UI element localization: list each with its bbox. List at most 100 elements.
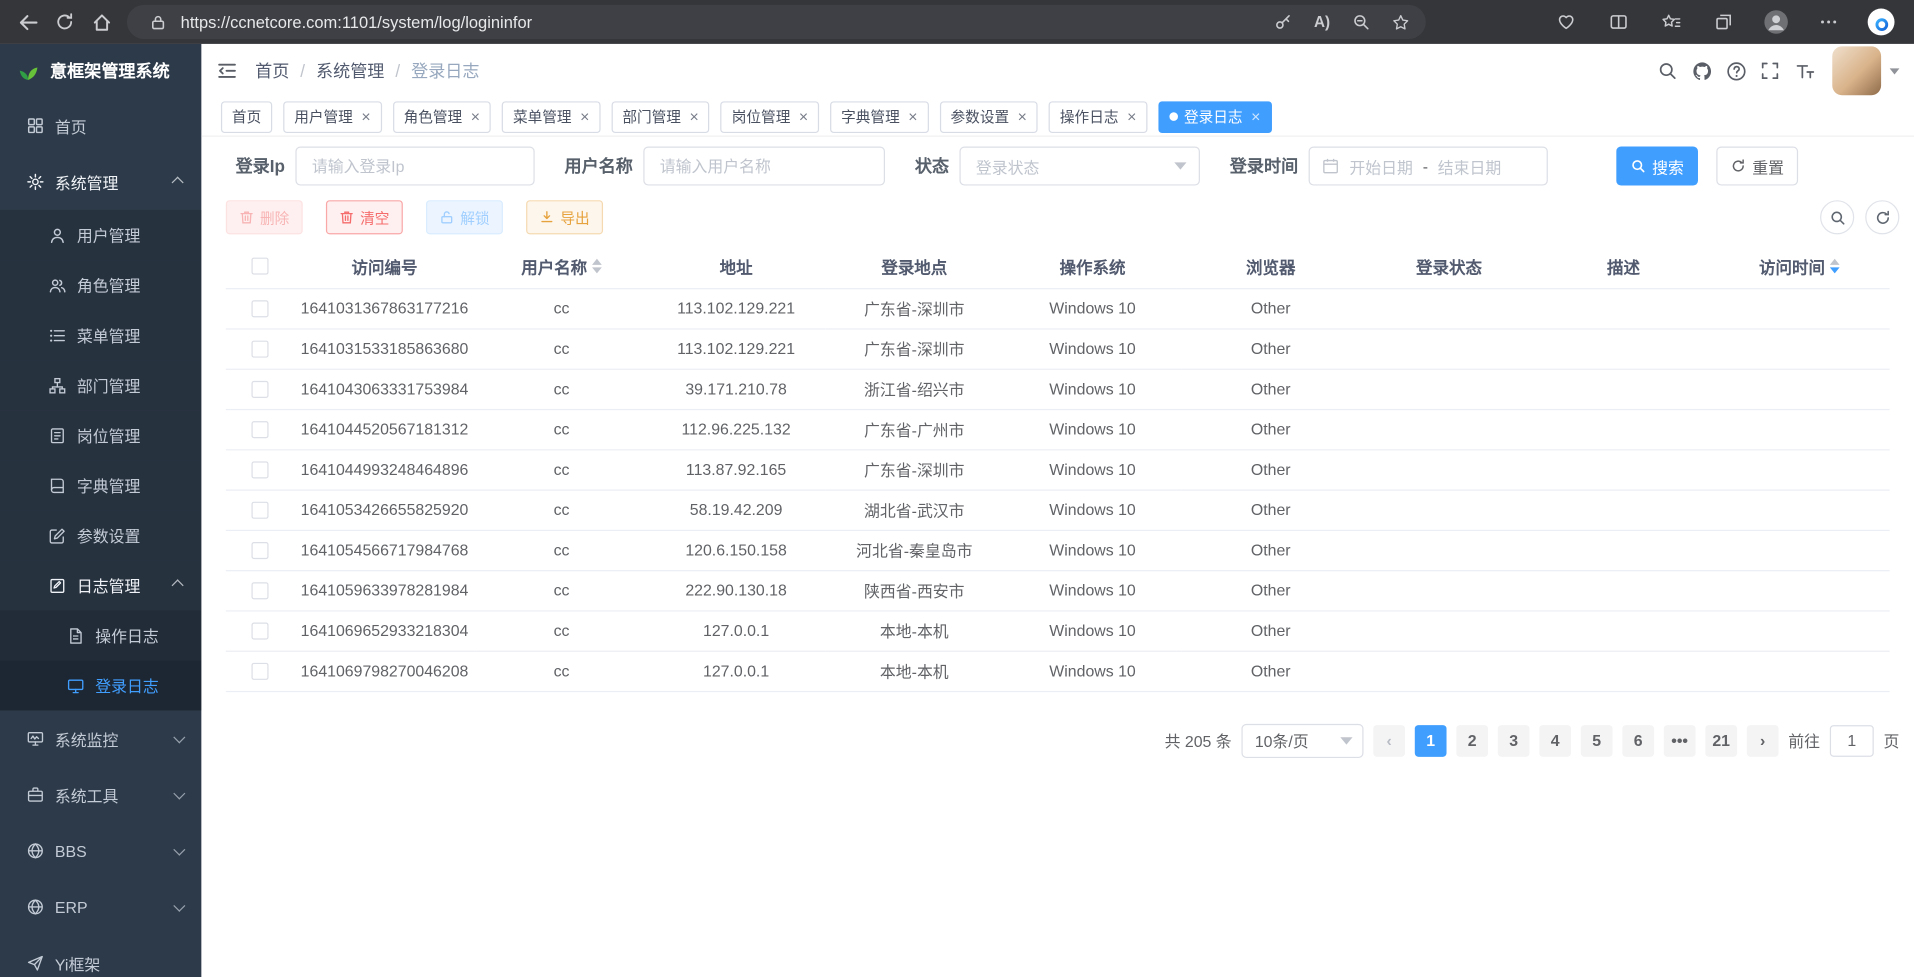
tab-user-mgmt[interactable]: 用户管理× (283, 101, 381, 133)
sidebar-item-system-tools[interactable]: 系统工具 (0, 767, 201, 823)
address-bar[interactable]: https://ccnetcore.com:1101/system/log/lo… (127, 5, 1426, 39)
tab-login-log[interactable]: 登录日志× (1158, 101, 1271, 133)
search-button[interactable]: 搜索 (1617, 146, 1699, 185)
goto-page-input[interactable] (1830, 724, 1874, 756)
close-icon[interactable]: × (908, 109, 917, 125)
start-date-placeholder[interactable]: 开始日期 (1349, 154, 1412, 177)
sidebar-item-system-mgmt[interactable]: 系统管理 (0, 154, 201, 210)
page-button-2[interactable]: 2 (1456, 724, 1488, 756)
favorites-bar-icon[interactable] (1653, 4, 1690, 41)
fullscreen-icon[interactable] (1754, 55, 1786, 87)
avatar-caret-down-icon[interactable] (1890, 68, 1900, 74)
sort-icons[interactable] (592, 258, 602, 273)
end-date-placeholder[interactable]: 结束日期 (1438, 154, 1501, 177)
col-username[interactable]: 用户名称 (476, 244, 647, 288)
table-row[interactable]: 1641031533185863680 cc 113.102.129.221 广… (226, 328, 1890, 368)
sidebar-item-bbs[interactable]: BBS (0, 823, 201, 879)
unlock-button[interactable]: 解锁 (426, 200, 503, 234)
page-button-4[interactable]: 4 (1539, 724, 1571, 756)
collections-icon[interactable] (1705, 4, 1742, 41)
row-checkbox[interactable] (251, 583, 268, 600)
font-size-icon[interactable] (1788, 55, 1820, 87)
github-icon[interactable] (1686, 55, 1718, 87)
row-checkbox[interactable] (251, 301, 268, 318)
page-button-1[interactable]: 1 (1415, 724, 1447, 756)
page-button-last[interactable]: 21 (1705, 724, 1737, 756)
login-ip-input[interactable] (296, 146, 535, 185)
close-icon[interactable]: × (580, 109, 589, 125)
home-button[interactable] (83, 4, 120, 41)
tab-oper-log[interactable]: 操作日志× (1049, 101, 1147, 133)
more-menu-icon[interactable] (1810, 4, 1847, 41)
browser-profile-avatar[interactable] (1758, 4, 1795, 41)
page-size-select[interactable]: 10条/页 (1241, 723, 1363, 757)
sidebar-item-home[interactable]: 首页 (0, 98, 201, 154)
sidebar-item-menu-mgmt[interactable]: 菜单管理 (0, 310, 201, 360)
row-checkbox[interactable] (251, 421, 268, 438)
row-checkbox[interactable] (251, 381, 268, 398)
help-icon[interactable] (1720, 55, 1752, 87)
breadcrumb-home[interactable]: 首页 (255, 59, 289, 83)
delete-button[interactable]: 删除 (226, 200, 303, 234)
reset-button[interactable]: 重置 (1717, 146, 1799, 185)
site-info-lock-icon[interactable] (142, 6, 174, 38)
back-button[interactable] (10, 4, 47, 41)
sidebar-item-yi-framework[interactable]: Yi框架 (0, 935, 201, 977)
sidebar-item-erp[interactable]: ERP (0, 879, 201, 935)
more-pages-button[interactable]: ••• (1664, 724, 1696, 756)
tab-dict-mgmt[interactable]: 字典管理× (830, 101, 928, 133)
sidebar-fold-icon[interactable] (216, 60, 238, 82)
page-button-6[interactable]: 6 (1622, 724, 1654, 756)
table-row[interactable]: 1641069652933218304 cc 127.0.0.1 本地-本机 W… (226, 610, 1890, 650)
sidebar-item-system-monitor[interactable]: 系统监控 (0, 710, 201, 766)
breadcrumb-system-mgmt[interactable]: 系统管理 (316, 59, 384, 83)
status-select[interactable]: 登录状态 (960, 146, 1200, 185)
page-button-3[interactable]: 3 (1498, 724, 1530, 756)
select-all-checkbox[interactable] (251, 258, 268, 275)
user-avatar[interactable] (1832, 46, 1881, 95)
tab-menu-mgmt[interactable]: 菜单管理× (502, 101, 600, 133)
close-icon[interactable]: × (1018, 109, 1027, 125)
sidebar-item-param-settings[interactable]: 参数设置 (0, 510, 201, 560)
close-icon[interactable]: × (361, 109, 370, 125)
show-search-button[interactable] (1820, 200, 1854, 234)
split-screen-icon[interactable] (1600, 4, 1637, 41)
browser-essentials-icon[interactable] (1548, 4, 1585, 41)
refresh-button[interactable] (46, 4, 83, 41)
tab-home[interactable]: 首页 (221, 101, 272, 133)
sidebar-item-login-log[interactable]: 登录日志 (0, 660, 201, 710)
add-favorite-star-icon[interactable] (1384, 6, 1416, 38)
sidebar-item-dept-mgmt[interactable]: 部门管理 (0, 360, 201, 410)
table-row[interactable]: 1641053426655825920 cc 58.19.42.209 湖北省-… (226, 490, 1890, 530)
close-icon[interactable]: × (1127, 109, 1136, 125)
tab-post-mgmt[interactable]: 岗位管理× (721, 101, 819, 133)
close-icon[interactable]: × (799, 109, 808, 125)
clear-button[interactable]: 清空 (326, 200, 403, 234)
export-button[interactable]: 导出 (526, 200, 603, 234)
bing-discover-icon[interactable] (1863, 4, 1900, 41)
close-icon[interactable]: × (690, 109, 699, 125)
close-icon[interactable]: × (471, 109, 480, 125)
table-row[interactable]: 1641043063331753984 cc 39.171.210.78 浙江省… (226, 369, 1890, 409)
tab-dept-mgmt[interactable]: 部门管理× (611, 101, 709, 133)
sort-icons[interactable] (1830, 258, 1840, 273)
sidebar-item-oper-log[interactable]: 操作日志 (0, 610, 201, 660)
table-row[interactable]: 1641044520567181312 cc 112.96.225.132 广东… (226, 409, 1890, 449)
refresh-table-button[interactable] (1865, 200, 1899, 234)
password-key-icon[interactable] (1267, 6, 1299, 38)
row-checkbox[interactable] (251, 663, 268, 680)
row-checkbox[interactable] (251, 502, 268, 519)
row-checkbox[interactable] (251, 542, 268, 559)
sidebar-item-dict-mgmt[interactable]: 字典管理 (0, 460, 201, 510)
read-aloud-icon[interactable]: A) (1306, 6, 1338, 38)
tab-param-settings[interactable]: 参数设置× (940, 101, 1038, 133)
url-text[interactable]: https://ccnetcore.com:1101/system/log/lo… (181, 13, 1260, 31)
col-access-time[interactable]: 访问时间 (1709, 244, 1890, 288)
tab-role-mgmt[interactable]: 角色管理× (393, 101, 491, 133)
sidebar-item-role-mgmt[interactable]: 角色管理 (0, 260, 201, 310)
header-search-icon[interactable] (1652, 55, 1684, 87)
table-row[interactable]: 1641059633978281984 cc 222.90.130.18 陕西省… (226, 570, 1890, 610)
page-button-5[interactable]: 5 (1581, 724, 1613, 756)
row-checkbox[interactable] (251, 341, 268, 358)
sidebar-item-user-mgmt[interactable]: 用户管理 (0, 210, 201, 260)
